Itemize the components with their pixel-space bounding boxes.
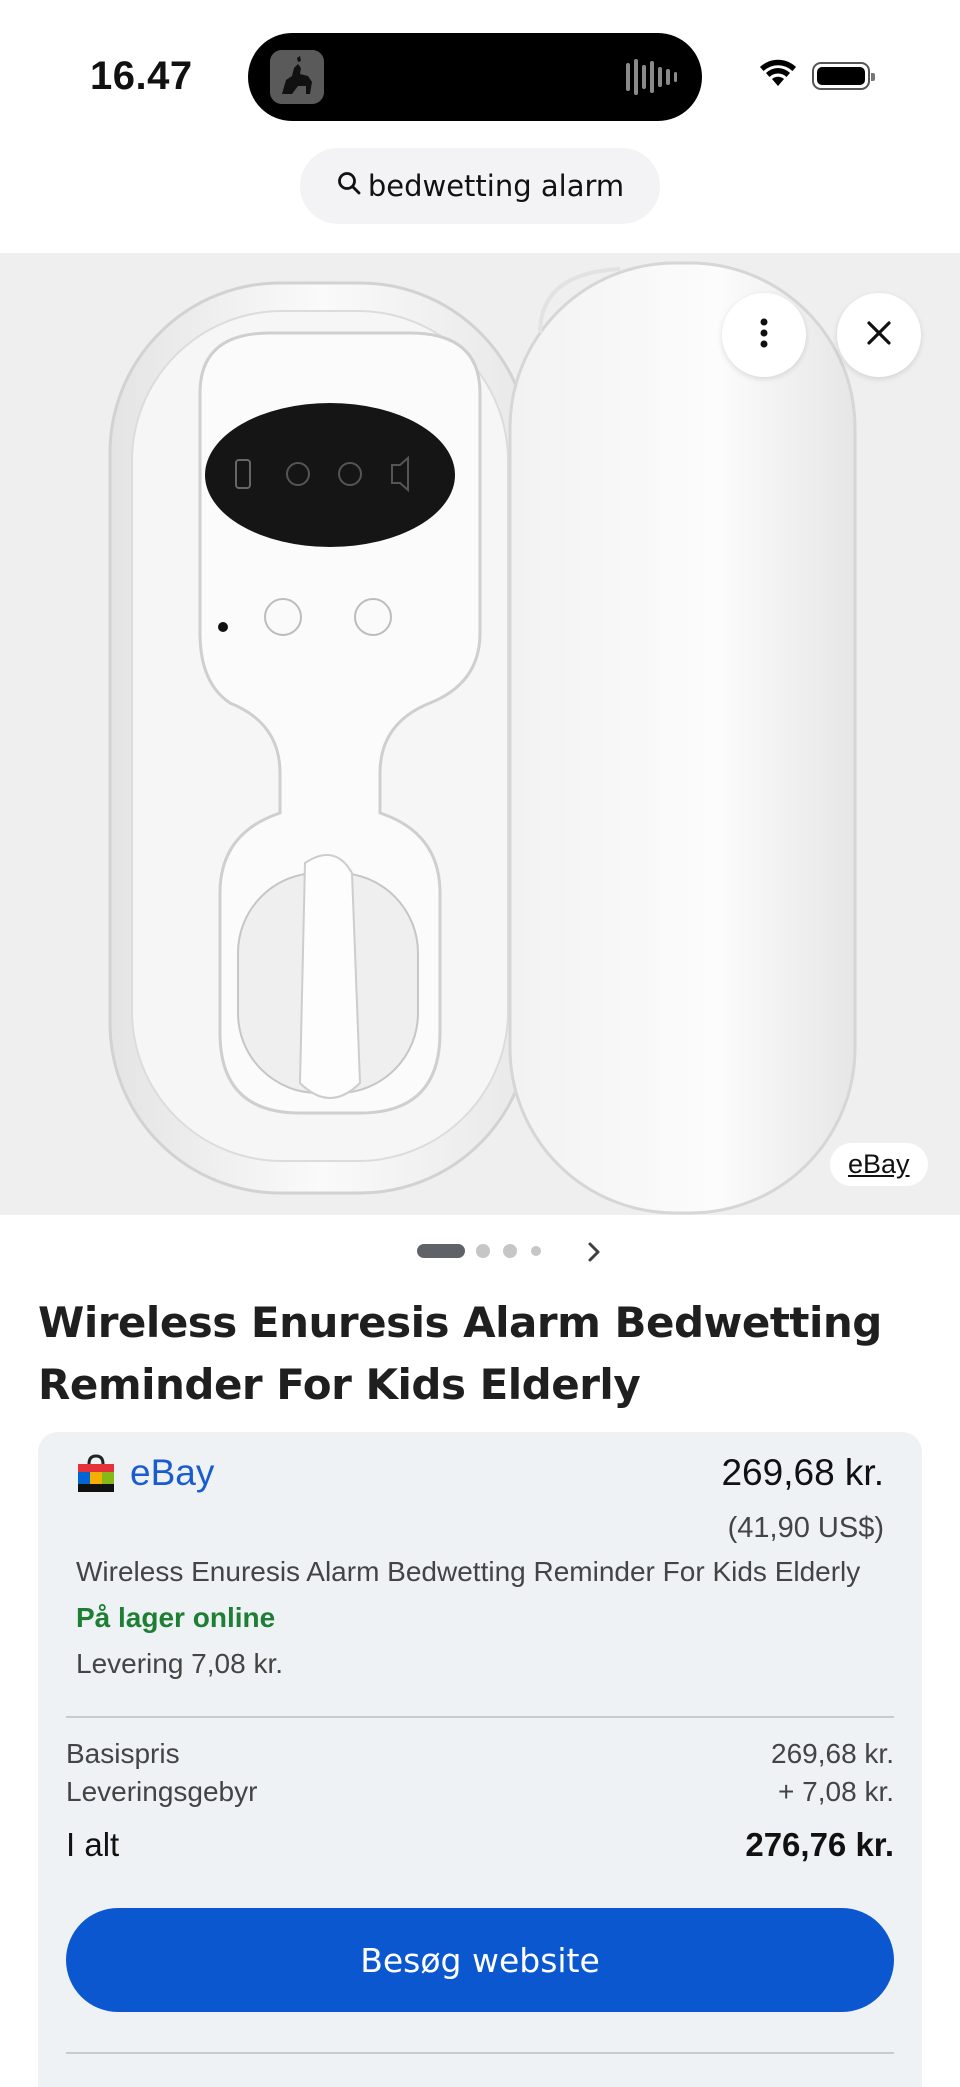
status-bar: 16.47 [0, 0, 960, 150]
product-image-viewer[interactable]: eBay [0, 253, 960, 1215]
wifi-icon [758, 58, 798, 93]
pager-dot[interactable] [531, 1246, 541, 1256]
offer-card: eBay 269,68 kr. (41,90 US$) Wireless Enu… [38, 1432, 922, 2087]
offer-description: Wireless Enuresis Alarm Bedwetting Remin… [76, 1556, 861, 1587]
divider [66, 1716, 894, 1718]
chevron-right-icon[interactable] [580, 1238, 608, 1266]
image-source-link[interactable]: eBay [830, 1143, 928, 1186]
visit-website-button[interactable]: Besøg website [66, 1908, 894, 2012]
delivery-info: Levering 7,08 kr. [76, 1648, 284, 1679]
pager-dot[interactable] [476, 1244, 490, 1258]
search-query-pill[interactable]: bedwetting alarm [300, 148, 660, 224]
now-playing-app-icon[interactable] [270, 50, 324, 104]
search-icon [336, 169, 362, 203]
offer-price: 269,68 kr. [721, 1452, 884, 1493]
dynamic-island[interactable] [248, 33, 702, 121]
product-image [0, 253, 960, 1215]
delivery-fee-label: Leveringsgebyr [66, 1776, 258, 1807]
merchant-name[interactable]: eBay [130, 1452, 214, 1494]
status-time: 16.47 [90, 54, 193, 98]
stock-status: På lager online [76, 1602, 276, 1633]
product-title: Wireless Enuresis Alarm Bedwetting Remin… [38, 1298, 882, 1409]
delivery-fee-row: Leveringsgebyr + 7,08 kr. [66, 1776, 894, 1808]
image-pager [0, 1232, 960, 1272]
base-price-value: 269,68 kr. [771, 1738, 894, 1769]
total-value: 276,76 kr. [745, 1826, 894, 1863]
status-icons [758, 58, 875, 93]
audio-wave-icon [624, 59, 678, 95]
more-vert-icon [746, 315, 782, 356]
total-row: I alt 276,76 kr. [66, 1826, 894, 1864]
close-icon [861, 315, 897, 356]
battery-icon [812, 61, 875, 90]
close-button[interactable] [837, 293, 921, 377]
offer-price-usd: (41,90 US$) [727, 1512, 884, 1544]
base-price-row: Basispris 269,68 kr. [66, 1738, 894, 1770]
search-query-text: bedwetting alarm [367, 169, 625, 203]
base-price-label: Basispris [66, 1738, 180, 1769]
pager-dot[interactable] [503, 1244, 517, 1258]
more-options-button[interactable] [722, 293, 806, 377]
total-label: I alt [66, 1826, 120, 1863]
pager-dot-active[interactable] [417, 1244, 465, 1258]
divider [66, 2052, 894, 2054]
delivery-fee-value: + 7,08 kr. [778, 1776, 894, 1807]
shopping-bag-icon [76, 1452, 116, 1494]
merchant[interactable]: eBay [76, 1452, 214, 1494]
